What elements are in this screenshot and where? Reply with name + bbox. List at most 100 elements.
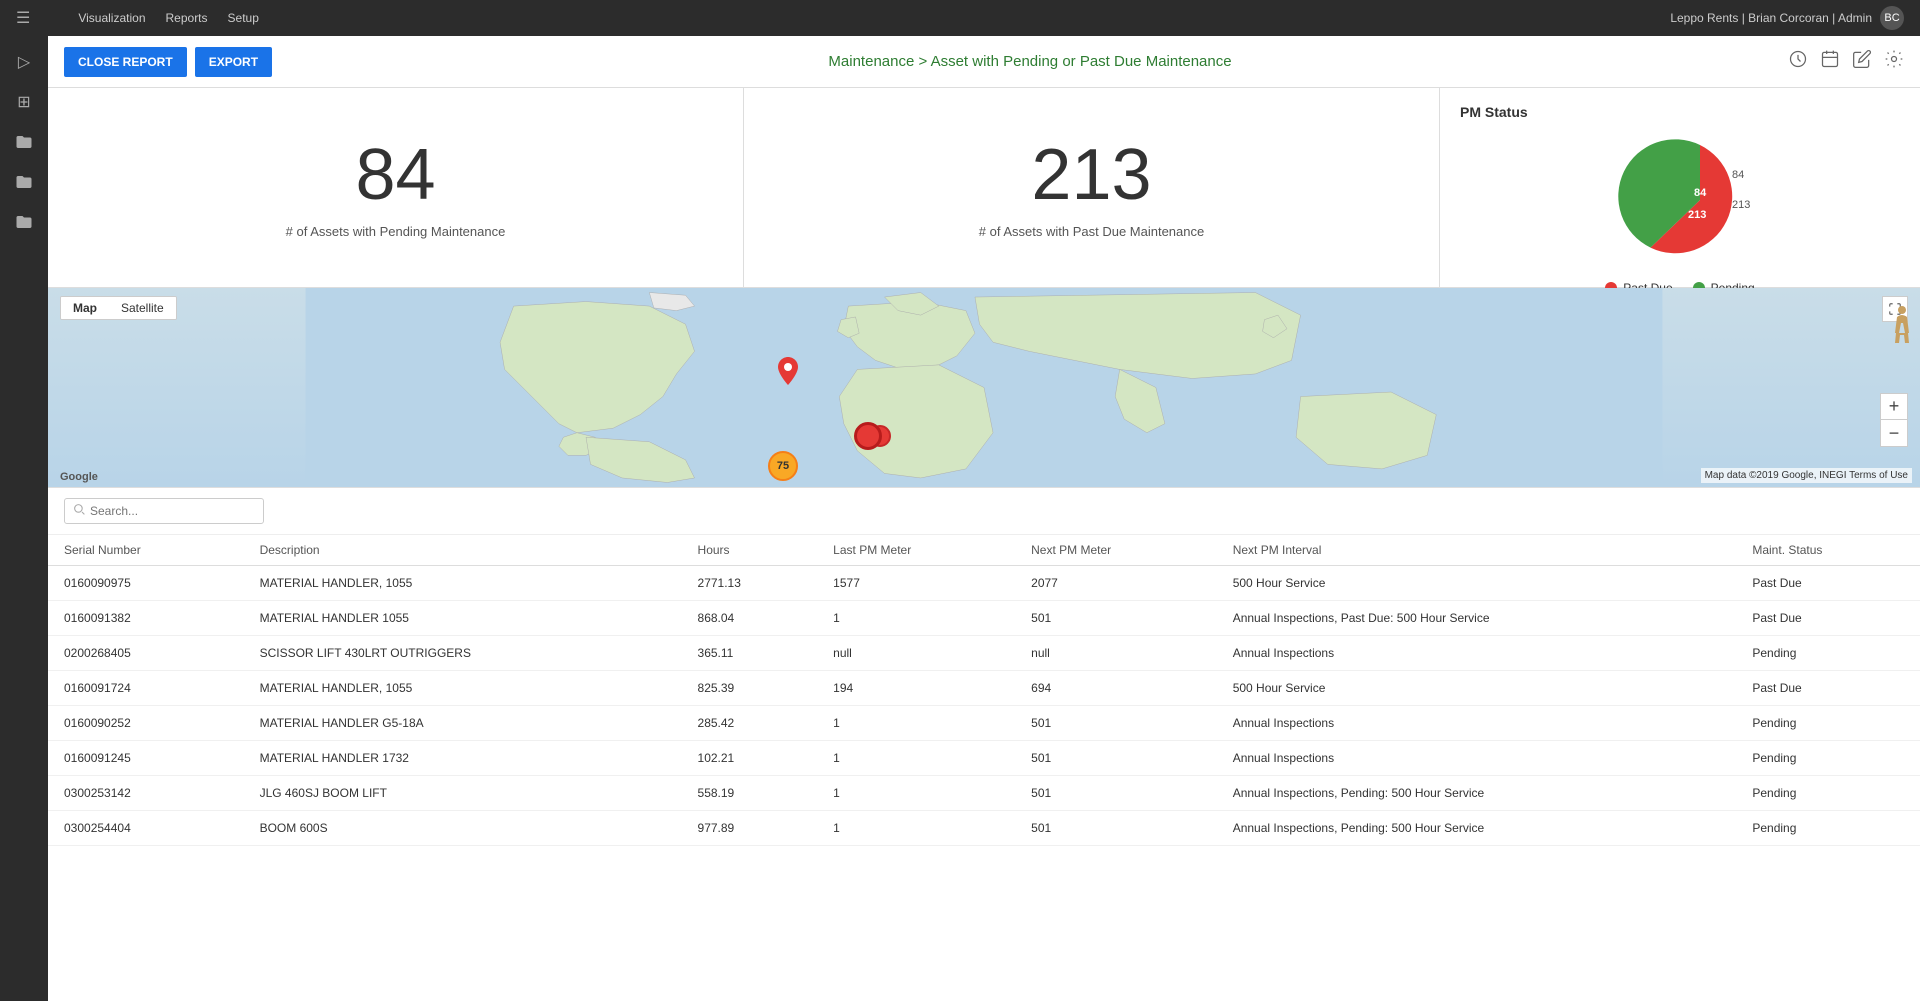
nav-items: Visualization Reports Setup [38,11,1670,25]
table-cell: 500 Hour Service [1217,566,1737,601]
table-row[interactable]: 0160090252MATERIAL HANDLER G5-18A285.421… [48,706,1920,741]
settings-icon[interactable] [1884,49,1904,74]
table-cell: 285.42 [682,706,818,741]
table-cell: 501 [1015,776,1217,811]
sidebar-grid-icon[interactable]: ⊞ [6,84,42,120]
map-zoom-controls: + − [1880,393,1908,447]
table-cell: 1 [817,601,1015,636]
map-pegman-icon[interactable] [1892,305,1912,351]
map-tab-map[interactable]: Map [61,297,109,319]
report-title: Maintenance > Asset with Pending or Past… [272,53,1788,70]
nav-setup[interactable]: Setup [228,11,259,25]
export-button[interactable]: EXPORT [195,47,272,77]
table-cell: 0160091724 [48,671,244,706]
calendar-icon[interactable] [1820,49,1840,74]
table-cell: Annual Inspections [1217,706,1737,741]
user-avatar[interactable]: BC [1880,6,1904,30]
nav-reports[interactable]: Reports [166,11,208,25]
table-row[interactable]: 0160091382MATERIAL HANDLER 1055868.04150… [48,601,1920,636]
edit-icon[interactable] [1852,49,1872,74]
pending-count: 84 [355,136,435,215]
table-cell: 0160090252 [48,706,244,741]
zoom-in-button[interactable]: + [1881,394,1907,420]
table-cell: 194 [817,671,1015,706]
table-cell: Annual Inspections, Pending: 500 Hour Se… [1217,776,1737,811]
search-bar[interactable] [64,498,264,524]
menu-toggle[interactable]: ☰ [16,8,30,28]
table-cell: 825.39 [682,671,818,706]
table-cell: 0200268405 [48,636,244,671]
map-view-tabs: Map Satellite [60,296,177,320]
table-cell: Annual Inspections [1217,636,1737,671]
table-cell: JLG 460SJ BOOM LIFT [244,776,682,811]
table-cell: 501 [1015,601,1217,636]
table-body: 0160090975MATERIAL HANDLER, 10552771.131… [48,566,1920,846]
map-cluster-midwest[interactable] [854,422,882,450]
sidebar-folder2-icon[interactable] [6,164,42,200]
table-area[interactable]: Serial Number Description Hours Last PM … [48,488,1920,1001]
table-row[interactable]: 0300253142JLG 460SJ BOOM LIFT558.191501A… [48,776,1920,811]
table-cell: 868.04 [682,601,818,636]
table-cell: Past Due [1736,671,1920,706]
table-cell: Pending [1736,706,1920,741]
table-cell: MATERIAL HANDLER, 1055 [244,566,682,601]
search-icon [73,503,86,519]
table-cell: 1 [817,741,1015,776]
map-pin-canada[interactable] [778,357,798,388]
table-cell: 0300254404 [48,811,244,846]
pie-chart-svg: 84 213 84 213 [1570,128,1790,273]
sidebar-expand-icon[interactable]: ▷ [6,44,42,80]
table-cell: Past Due [1736,601,1920,636]
clock-icon[interactable] [1788,49,1808,74]
close-report-button[interactable]: CLOSE REPORT [64,47,187,77]
table-row[interactable]: 0160091245MATERIAL HANDLER 1732102.21150… [48,741,1920,776]
table-cell: BOOM 600S [244,811,682,846]
table-cell: null [817,636,1015,671]
table-cell: MATERIAL HANDLER G5-18A [244,706,682,741]
table-row[interactable]: 0160091724MATERIAL HANDLER, 1055825.3919… [48,671,1920,706]
table-cell: Annual Inspections [1217,741,1737,776]
pastdue-count: 213 [1031,136,1151,215]
col-hours: Hours [682,535,818,566]
table-cell: 1 [817,811,1015,846]
table-cell: 558.19 [682,776,818,811]
table-row[interactable]: 0300254404BOOM 600S977.891501Annual Insp… [48,811,1920,846]
sidebar-folder3-icon[interactable] [6,204,42,240]
col-interval: Next PM Interval [1217,535,1737,566]
table-cell: MATERIAL HANDLER 1732 [244,741,682,776]
header-bar: CLOSE REPORT EXPORT Maintenance > Asset … [48,36,1920,88]
search-wrapper [48,488,1920,535]
pm-status-title: PM Status [1460,104,1900,120]
user-info-label: Leppo Rents | Brian Corcoran | Admin [1670,11,1872,25]
table-row[interactable]: 0200268405SCISSOR LIFT 430LRT OUTRIGGERS… [48,636,1920,671]
col-status: Maint. Status [1736,535,1920,566]
table-cell: Pending [1736,811,1920,846]
stats-area: 84 # of Assets with Pending Maintenance … [48,88,1920,288]
sidebar-folder1-icon[interactable] [6,124,42,160]
pending-label: # of Assets with Pending Maintenance [286,224,506,239]
map-tab-satellite[interactable]: Satellite [109,297,176,319]
map-cluster-southwest[interactable]: 75 [768,451,798,481]
map-attribution: Map data ©2019 Google, INEGI Terms of Us… [1701,468,1912,483]
pastdue-label: # of Assets with Past Due Maintenance [979,224,1204,239]
table-cell: 0300253142 [48,776,244,811]
table-cell: Annual Inspections, Pending: 500 Hour Se… [1217,811,1737,846]
table-cell: 0160091245 [48,741,244,776]
table-cell: 694 [1015,671,1217,706]
nav-visualization[interactable]: Visualization [78,11,145,25]
map-area[interactable]: 75 Map Satellite + − Google M [48,288,1920,488]
nav-right-section: Leppo Rents | Brian Corcoran | Admin BC [1670,6,1904,30]
zoom-out-button[interactable]: − [1881,420,1907,446]
left-sidebar: ▷ ⊞ [0,36,48,1001]
top-navigation: ☰ Visualization Reports Setup Leppo Rent… [0,0,1920,36]
table-cell: Pending [1736,776,1920,811]
pm-status-card: PM Status 84 213 [1440,88,1920,287]
world-map-svg [48,288,1920,487]
table-cell: Pending [1736,741,1920,776]
table-header: Serial Number Description Hours Last PM … [48,535,1920,566]
table-cell: SCISSOR LIFT 430LRT OUTRIGGERS [244,636,682,671]
table-cell: 2771.13 [682,566,818,601]
table-cell: 102.21 [682,741,818,776]
table-row[interactable]: 0160090975MATERIAL HANDLER, 10552771.131… [48,566,1920,601]
search-input[interactable] [90,504,255,518]
